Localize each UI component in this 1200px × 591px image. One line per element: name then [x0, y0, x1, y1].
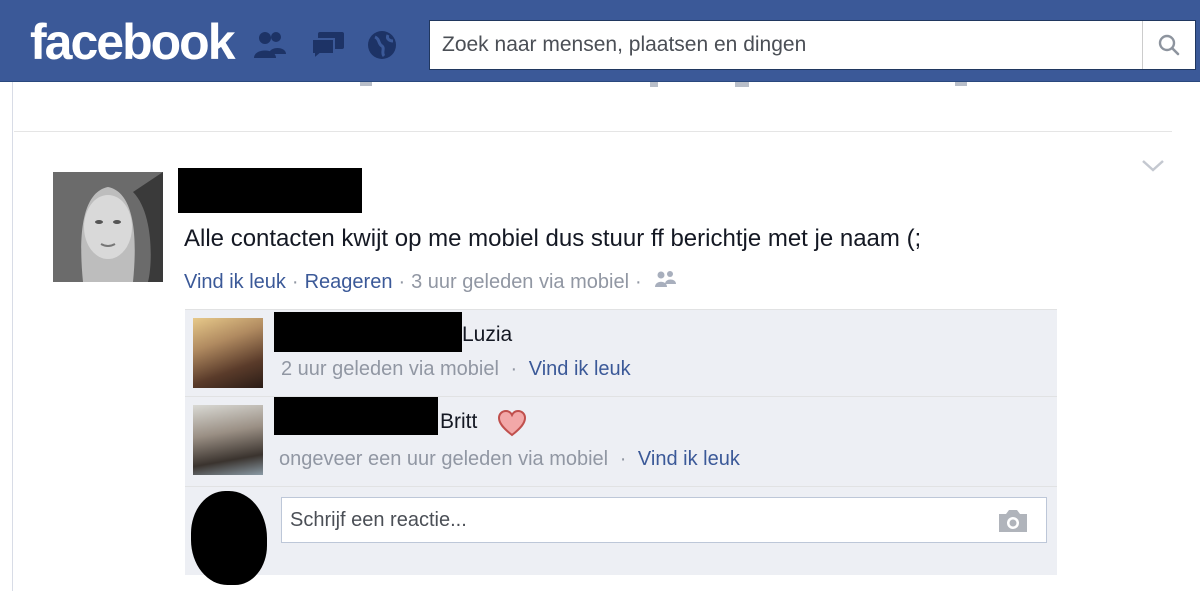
comment-timestamp[interactable]: 2 uur geleden via mobiel — [281, 358, 499, 380]
commenter-name-redacted — [274, 312, 462, 352]
commenter-name[interactable]: Britt — [440, 410, 477, 434]
separator: · — [291, 270, 299, 293]
magnifier-icon — [1158, 34, 1180, 56]
search-button[interactable] — [1142, 21, 1195, 69]
comment-link[interactable]: Reageren — [305, 271, 393, 294]
friend-requests-icon[interactable] — [252, 28, 288, 62]
notifications-globe-icon[interactable] — [364, 28, 400, 62]
chevron-down-icon[interactable] — [1140, 155, 1166, 177]
comments-section: Luzia 2 uur geleden via mobiel · Vind ik… — [185, 309, 1057, 585]
top-bar: facebook — [0, 0, 1200, 82]
comment-like-link[interactable]: Vind ik leuk — [638, 448, 740, 470]
comment-input[interactable] — [282, 498, 982, 542]
story-divider — [14, 131, 1172, 132]
like-link[interactable]: Vind ik leuk — [184, 271, 286, 294]
comment-like-link[interactable]: Vind ik leuk — [529, 358, 631, 380]
commenter-avatar[interactable] — [193, 405, 263, 475]
separator: · — [619, 448, 627, 470]
separator: · — [510, 358, 518, 380]
write-comment-row — [185, 487, 1057, 585]
reply-box — [281, 497, 1047, 543]
facebook-logo[interactable]: facebook — [30, 14, 236, 70]
commenter-name[interactable]: Luzia — [462, 323, 512, 347]
commenter-avatar[interactable] — [193, 318, 263, 388]
search-box — [429, 20, 1196, 70]
comment-meta: 2 uur geleden via mobiel · Vind ik leuk — [281, 358, 631, 381]
comment-timestamp[interactable]: ongeveer een uur geleden via mobiel — [279, 448, 608, 470]
comment: Luzia 2 uur geleden via mobiel · Vind ik… — [185, 309, 1057, 397]
previous-story-remnant — [0, 82, 1200, 132]
comment-meta: ongeveer een uur geleden via mobiel · Vi… — [279, 448, 740, 471]
search-input[interactable] — [430, 21, 1140, 69]
poster-avatar[interactable] — [53, 172, 163, 282]
messages-icon[interactable] — [310, 28, 346, 62]
post-text: Alle contacten kwijt op me mobiel dus st… — [184, 225, 922, 252]
friends-icon[interactable] — [654, 270, 678, 294]
separator: · — [635, 270, 642, 293]
commenter-name-redacted — [274, 397, 438, 435]
post-actions: Vind ik leuk · Reageren · 3 uur geleden … — [184, 270, 678, 294]
feed-left-border — [12, 82, 13, 591]
poster-name-redacted — [178, 168, 362, 213]
camera-icon[interactable] — [996, 508, 1030, 534]
comment: Britt ongeveer een uur geleden via mobie… — [185, 397, 1057, 487]
heart-icon — [497, 409, 527, 441]
post-timestamp[interactable]: 3 uur geleden via mobiel — [411, 271, 629, 294]
separator: · — [398, 270, 406, 293]
current-user-avatar-redacted — [191, 491, 267, 585]
